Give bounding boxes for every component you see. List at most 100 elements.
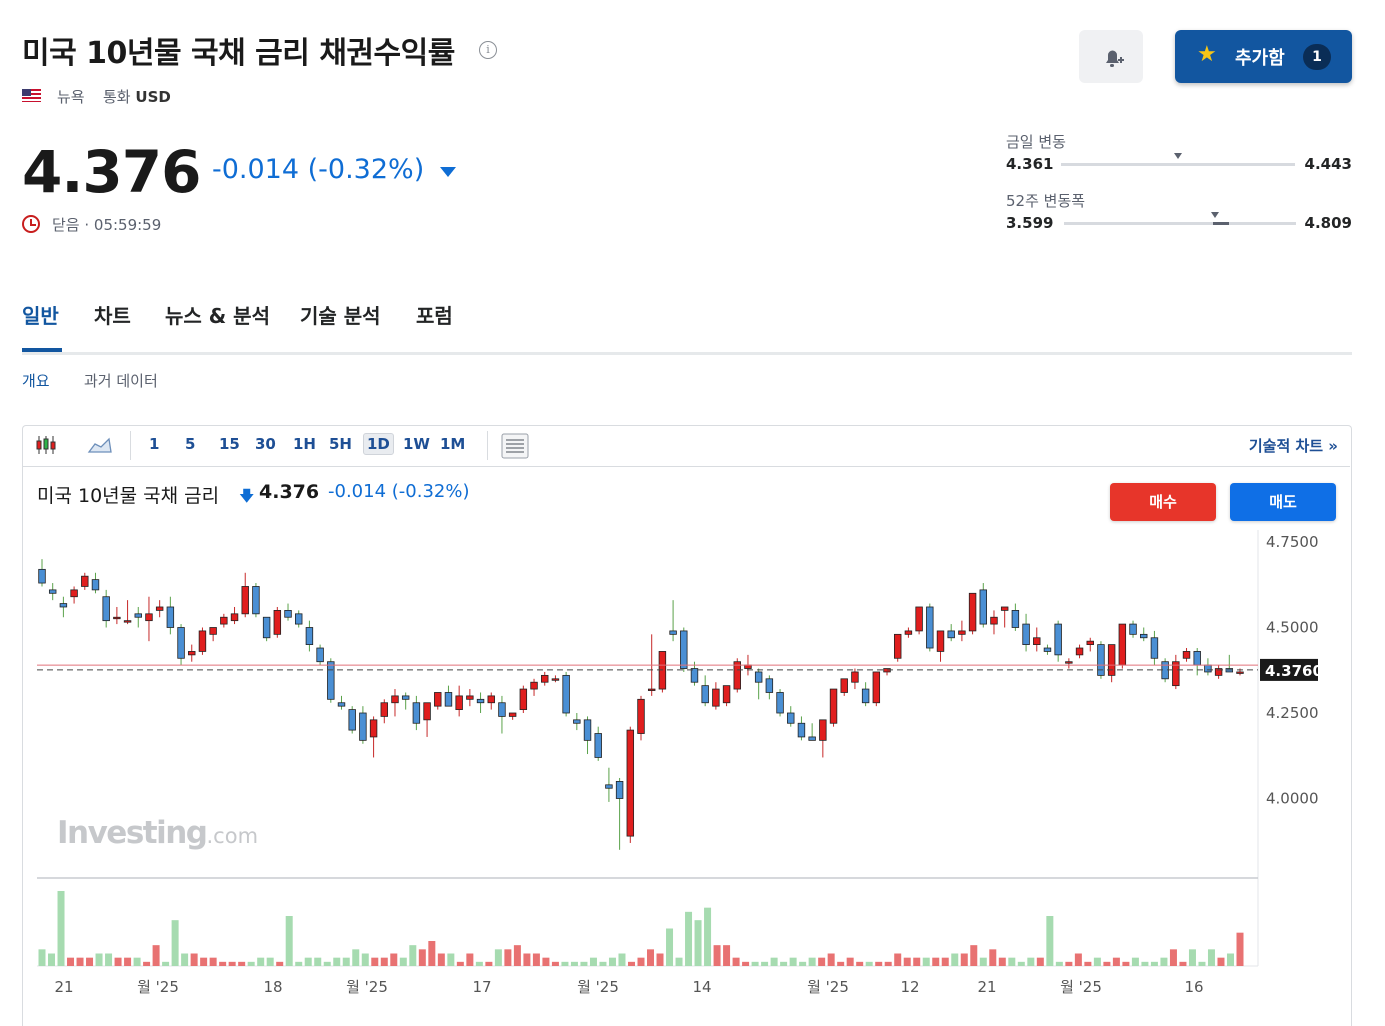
- x-tick-label: 12: [900, 978, 919, 996]
- volume-bar: [485, 961, 493, 966]
- candle-body: [348, 709, 356, 731]
- volume-bar: [361, 953, 369, 966]
- volume-bar: [808, 957, 816, 966]
- volume-bar: [295, 961, 303, 966]
- candle-body: [209, 627, 217, 635]
- candle-body: [947, 630, 955, 639]
- x-tick-label: 월 '25: [1060, 978, 1102, 996]
- volume-bar: [865, 961, 873, 966]
- volume-bar: [970, 945, 978, 966]
- candle-body: [327, 661, 335, 700]
- volume-bar: [333, 957, 341, 966]
- candle-body: [1107, 644, 1116, 676]
- candle-body: [273, 610, 282, 635]
- candle-body: [391, 695, 399, 704]
- volume-bar: [1198, 961, 1206, 966]
- candle-body: [829, 688, 838, 724]
- watermark-brand: Investing: [57, 815, 208, 851]
- volume-bar: [922, 957, 930, 966]
- candle-body: [230, 613, 239, 622]
- volume-bar: [561, 961, 569, 966]
- volume-bar: [656, 953, 664, 966]
- volume-bar: [913, 957, 921, 966]
- candle-body: [155, 606, 164, 611]
- volume-bar: [475, 961, 483, 966]
- price-chart[interactable]: 4.7500 4.5000 4.2500 4.0000 4.3760 21 월 '25 18 월…: [0, 0, 1385, 1016]
- volume-bar: [1093, 957, 1101, 966]
- volume-bar: [162, 961, 170, 966]
- candle-body: [744, 664, 752, 669]
- candle-body: [1000, 606, 1009, 611]
- volume-bar: [1141, 961, 1149, 966]
- candle-body: [198, 630, 207, 652]
- candle-body: [990, 616, 998, 625]
- candle-body: [412, 702, 421, 724]
- volume-bar: [903, 957, 911, 966]
- candle-body: [819, 719, 827, 741]
- y-tick-label: 4.0000: [1266, 790, 1319, 808]
- volume-bar: [627, 961, 635, 966]
- x-tick-label: 월 '25: [807, 978, 849, 996]
- volume-bar: [1122, 961, 1130, 966]
- volume-bar: [998, 957, 1006, 966]
- volume-bar: [532, 953, 540, 966]
- watermark-suffix: .com: [206, 824, 259, 848]
- volume-bar: [1226, 953, 1234, 966]
- candle-body: [1129, 623, 1137, 635]
- candle-body: [423, 702, 431, 721]
- volume-bar: [314, 957, 322, 966]
- volume-bar: [732, 957, 740, 966]
- x-tick-label: 21: [977, 978, 996, 996]
- volume-bar: [371, 957, 379, 966]
- volume-bar: [1207, 949, 1215, 966]
- volume-bar: [219, 961, 227, 966]
- candle-body: [893, 633, 902, 659]
- candle-body: [605, 784, 613, 789]
- volume-bar: [456, 961, 464, 966]
- volume-bar: [742, 961, 750, 966]
- candle-body: [294, 613, 303, 625]
- volume-bar: [1027, 957, 1035, 966]
- volume-bar: [694, 920, 702, 966]
- volume-bar: [789, 957, 797, 966]
- volume-bar: [1160, 957, 1168, 966]
- candle-body: [498, 702, 506, 717]
- x-tick-label: 14: [692, 978, 711, 996]
- volume-bar: [542, 957, 550, 966]
- volume-bar: [989, 949, 997, 966]
- x-tick-label: 18: [263, 978, 282, 996]
- volume-bar: [352, 949, 360, 966]
- candle-body: [508, 712, 517, 717]
- last-price-tag-label: 4.3760: [1265, 662, 1323, 680]
- candle-body: [1182, 651, 1191, 659]
- candle-body: [530, 681, 538, 690]
- volume-bar: [1008, 957, 1016, 966]
- candle-body: [1065, 661, 1073, 664]
- candle-body: [583, 719, 592, 741]
- candle-body: [220, 616, 228, 625]
- volume-bar: [276, 961, 284, 966]
- candle-body: [851, 671, 859, 683]
- volume-bar: [513, 945, 521, 966]
- volume-bar: [704, 907, 712, 966]
- candle-body: [680, 630, 688, 669]
- volume-bar: [894, 953, 902, 966]
- volume-bar: [257, 957, 265, 966]
- x-tick-label: 월 '25: [577, 978, 619, 996]
- volume-bar: [780, 961, 788, 966]
- candle-body: [434, 692, 442, 707]
- candle-body: [380, 702, 389, 717]
- candle-body: [754, 671, 763, 683]
- candle-body: [1097, 644, 1105, 676]
- volume-bar: [875, 961, 883, 966]
- volume-bar: [57, 891, 65, 966]
- candle-body: [808, 736, 816, 741]
- volume-bar: [390, 953, 398, 966]
- volume-bar: [418, 949, 426, 966]
- volume-bar: [48, 953, 56, 966]
- volume-bar: [171, 920, 179, 966]
- candle-body: [48, 589, 57, 594]
- x-tick-label: 16: [1184, 978, 1203, 996]
- volume-bar: [238, 961, 246, 966]
- candle-body: [134, 613, 142, 618]
